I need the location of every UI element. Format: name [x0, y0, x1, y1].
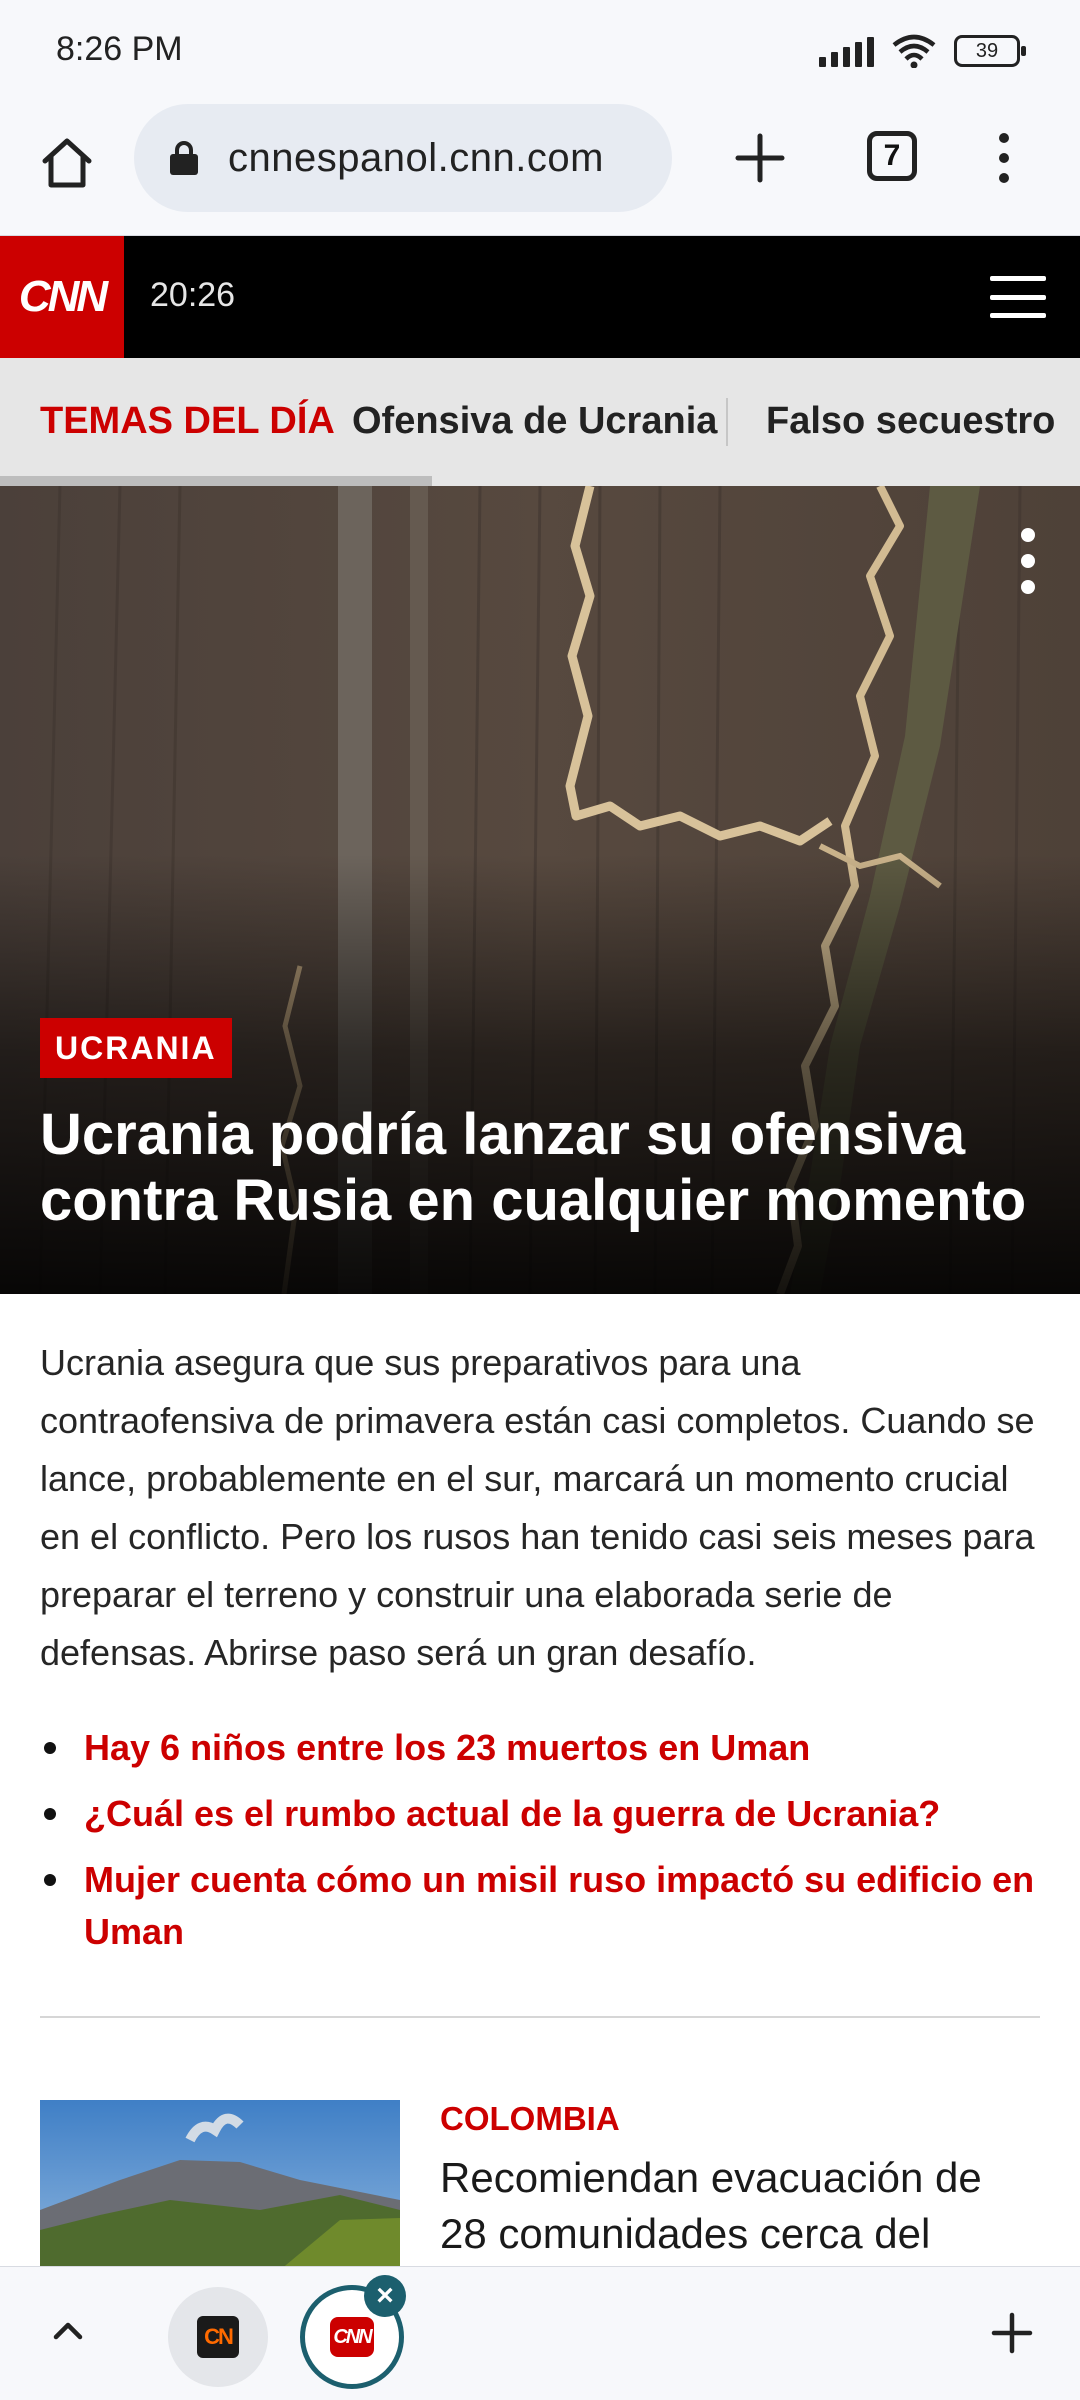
close-tab-icon[interactable]: × [364, 2275, 406, 2317]
cnn-logo[interactable]: CNN [0, 236, 124, 358]
add-tab-button[interactable] [982, 2303, 1042, 2363]
topics-bar: TEMAS DEL DÍA Ofensiva de Ucrania Falso … [0, 358, 1080, 486]
status-bar: 8:26 PM 39 [0, 0, 1080, 96]
tab-thumbnail[interactable]: CN [168, 2287, 268, 2387]
story-thumbnail[interactable] [40, 2100, 400, 2270]
status-time: 8:26 PM [56, 30, 183, 68]
related-link[interactable]: ¿Cuál es el rumbo actual de la guerra de… [40, 1788, 1050, 1840]
section-divider [40, 2016, 1040, 2018]
topics-label: TEMAS DEL DÍA [40, 400, 335, 442]
bottom-tab-bar: CN CNN × [0, 2266, 1080, 2400]
story-section-label[interactable]: COLOMBIA [440, 2100, 620, 2138]
site-header: CNN 20:26 [0, 236, 1080, 358]
related-links: Hay 6 niños entre los 23 muertos en Uman… [40, 1722, 1050, 1972]
related-link[interactable]: Mujer cuenta cómo un misil ruso impactó … [40, 1854, 1050, 1958]
logo-text: CNN [18, 272, 108, 321]
tabs-icon: 7 [867, 131, 917, 181]
lock-icon [170, 141, 198, 175]
more-vert-icon [999, 133, 1009, 143]
hero-story[interactable]: UCRANIA Ucrania podría lanzar su ofensiv… [0, 486, 1080, 1294]
home-button[interactable] [32, 128, 102, 198]
tab-switcher-button[interactable]: 7 [862, 126, 922, 186]
wifi-icon [892, 34, 936, 68]
hero-headline[interactable]: Ucrania podría lanzar su ofensiva contra… [40, 1102, 1050, 1234]
topic-link[interactable]: Ofensiva de Ucrania [352, 400, 717, 443]
tab-favicon-icon: CN [197, 2316, 239, 2358]
tab-count: 7 [883, 139, 901, 172]
hamburger-menu-icon[interactable] [990, 276, 1046, 318]
new-tab-button[interactable] [724, 122, 796, 194]
topic-link[interactable]: Falso secuestro [766, 400, 1055, 443]
browser-toolbar: cnnespanol.cnn.com 7 [0, 96, 1080, 236]
hero-options-icon[interactable] [1016, 528, 1040, 594]
status-icons: 39 [819, 34, 1026, 68]
expand-tabs-button[interactable] [40, 2303, 96, 2359]
url-text: cnnespanol.cnn.com [228, 135, 604, 180]
article-summary: Ucrania asegura que sus preparativos par… [40, 1342, 1035, 1673]
home-icon [42, 138, 92, 188]
signal-icon [819, 35, 874, 67]
volcano-image [40, 2100, 400, 2270]
plus-icon [735, 133, 785, 183]
browser-menu-button[interactable] [976, 122, 1032, 194]
plus-icon [991, 2312, 1033, 2354]
topics-scroll-indicator [0, 476, 432, 486]
cnn-favicon-icon: CNN [330, 2317, 374, 2357]
section-badge[interactable]: UCRANIA [40, 1018, 232, 1078]
chevron-up-icon [53, 2322, 83, 2340]
battery-level: 39 [975, 39, 999, 62]
topic-divider [726, 398, 728, 446]
header-time: 20:26 [150, 276, 236, 314]
url-bar[interactable]: cnnespanol.cnn.com [134, 104, 672, 212]
related-link[interactable]: Hay 6 niños entre los 23 muertos en Uman [40, 1722, 1050, 1774]
battery-icon: 39 [954, 35, 1026, 67]
